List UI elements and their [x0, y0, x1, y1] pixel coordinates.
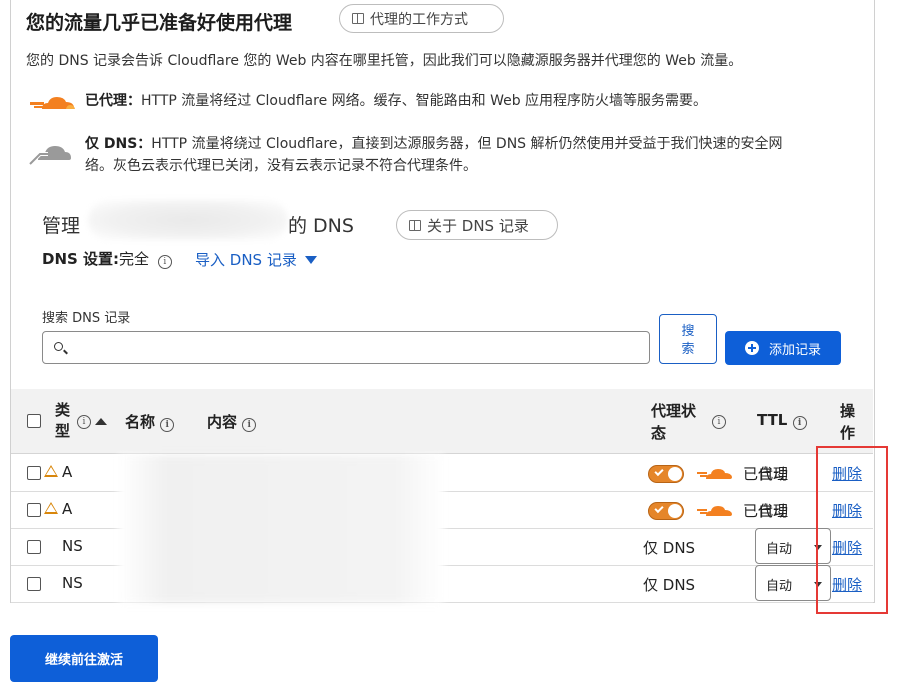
- info-icon[interactable]: i: [712, 415, 726, 429]
- column-actions: 操作: [840, 402, 856, 442]
- search-button[interactable]: 搜 索: [659, 314, 717, 364]
- info-icon[interactable]: i: [77, 415, 91, 429]
- about-dns-records-button[interactable]: 关于 DNS 记录: [396, 210, 558, 240]
- proxy-status-text: 仅 DNS: [643, 539, 696, 557]
- import-dns-records-link[interactable]: 导入 DNS 记录: [195, 249, 317, 270]
- proxied-description: 已代理：HTTP 流量将经过 Cloudflare 网络。缓存、智能路由和 We…: [85, 93, 708, 109]
- chevron-down-icon: [304, 255, 317, 264]
- warning-icon: [44, 465, 58, 477]
- manage-dns-title: 管理的 DNS: [42, 215, 354, 237]
- redacted-records: [118, 455, 444, 603]
- row-checkbox[interactable]: [27, 466, 41, 480]
- continue-to-activation-button[interactable]: 继续前往激活: [10, 635, 158, 682]
- row-checkbox[interactable]: [27, 540, 41, 554]
- proxy-status-text: 仅 DNS: [643, 576, 696, 594]
- book-icon: [352, 13, 364, 24]
- dns-only-description: 仅 DNS：HTTP 流量将绕过 Cloudflare，直接到达源服务器，但 D…: [85, 136, 783, 174]
- select-all-checkbox[interactable]: [27, 414, 41, 428]
- book-icon: [409, 219, 421, 231]
- record-type: NS: [62, 537, 83, 555]
- sort-ascending-icon[interactable]: [95, 418, 107, 425]
- warning-icon: [44, 502, 58, 514]
- page-title: 您的流量几乎已准备好使用代理: [26, 12, 293, 34]
- row-checkbox[interactable]: [27, 577, 41, 591]
- check-icon: [654, 503, 664, 514]
- toggle-knob: [668, 467, 682, 481]
- column-proxy-status[interactable]: 代理状态: [651, 400, 696, 444]
- column-name[interactable]: 名称 i: [125, 411, 175, 432]
- ttl-value: 自动: [758, 502, 789, 520]
- column-ttl[interactable]: TTL i: [757, 411, 807, 430]
- plus-icon: [744, 341, 759, 355]
- row-checkbox[interactable]: [27, 503, 41, 517]
- check-icon: [654, 466, 664, 477]
- search-label: 搜索 DNS 记录: [42, 311, 131, 326]
- search-icon: [54, 342, 63, 351]
- column-type[interactable]: 类型: [55, 400, 70, 442]
- info-icon[interactable]: i: [160, 418, 175, 432]
- add-record-button[interactable]: 添加记录: [725, 331, 841, 365]
- grey-cloud-icon: [28, 146, 71, 166]
- info-icon[interactable]: i: [792, 416, 807, 430]
- table-header: 类型 i 名称 i 内容 i 代理状态 i TTL i 操作: [11, 389, 873, 454]
- dns-setting: DNS 设置:完全 i: [42, 248, 172, 269]
- proxy-toggle[interactable]: [648, 465, 684, 483]
- intro-text: 您的 DNS 记录会告诉 Cloudflare 您的 Web 内容在哪里托管，因…: [26, 53, 743, 69]
- proxy-toggle[interactable]: [648, 502, 684, 520]
- orange-cloud-icon: [30, 97, 75, 109]
- highlight-box: [816, 446, 888, 614]
- how-proxy-works-button[interactable]: 代理的工作方式: [339, 4, 504, 33]
- info-icon[interactable]: i: [157, 255, 172, 269]
- record-type: A: [62, 463, 73, 481]
- search-input[interactable]: [42, 331, 650, 364]
- column-content[interactable]: 内容 i: [207, 411, 257, 432]
- record-type: NS: [62, 574, 83, 592]
- info-icon[interactable]: i: [242, 418, 257, 432]
- orange-cloud-icon: [697, 506, 732, 516]
- ttl-value: 自动: [758, 465, 789, 483]
- toggle-knob: [668, 504, 682, 518]
- record-type: A: [62, 500, 73, 518]
- orange-cloud-icon: [697, 469, 732, 479]
